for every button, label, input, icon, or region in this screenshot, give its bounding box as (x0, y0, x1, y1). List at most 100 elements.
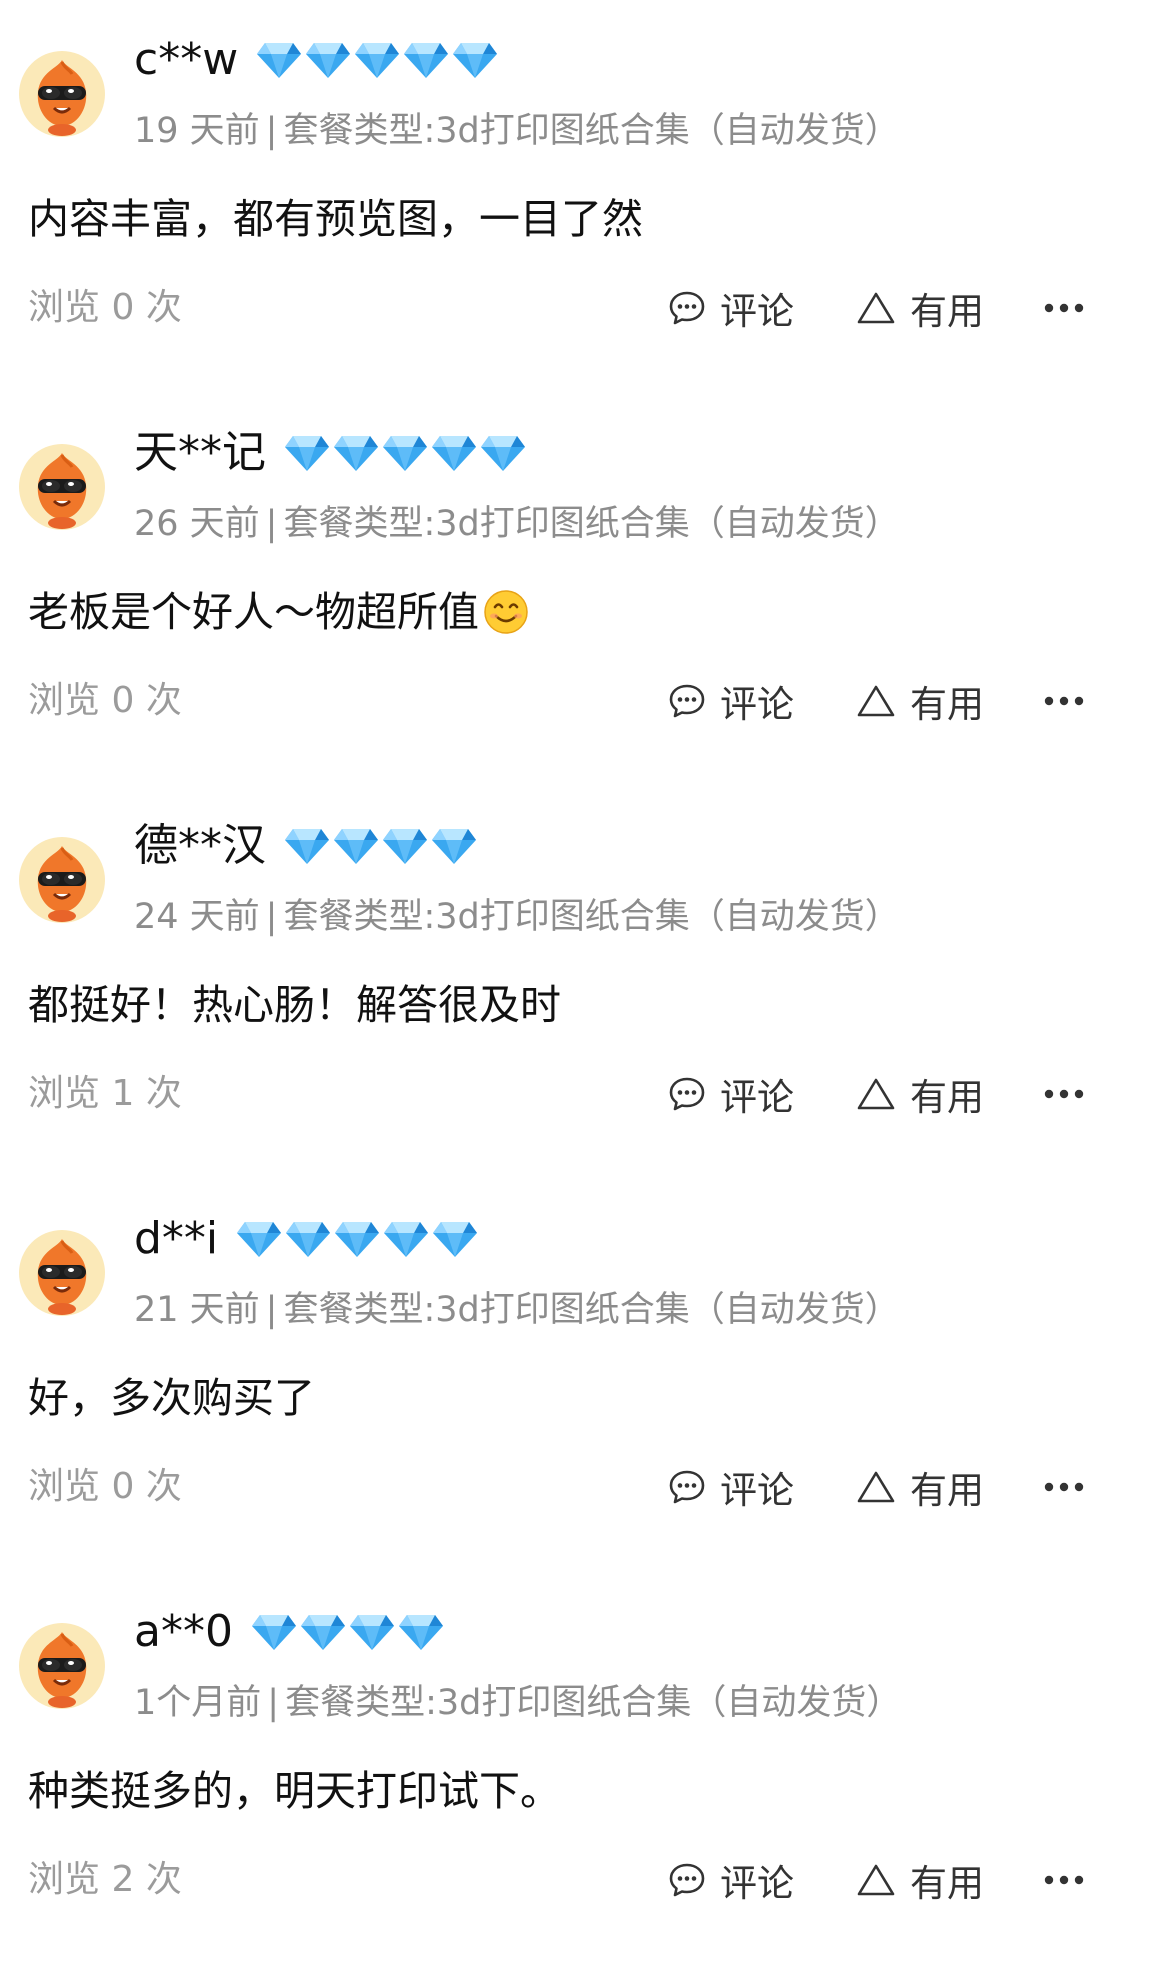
avatar[interactable] (18, 836, 106, 924)
comment-button[interactable]: 评论 (668, 673, 794, 729)
views-suffix: 次 (145, 287, 182, 328)
views-suffix: 次 (145, 1859, 182, 1900)
views-prefix: 浏览 (28, 287, 101, 328)
ellipsis-icon (1044, 1482, 1084, 1492)
username[interactable]: 天**记 (134, 423, 266, 483)
review-footer: 浏览 2 次 评论 有用 (0, 1852, 1149, 1908)
diamond-icon (285, 829, 329, 864)
useful-button[interactable]: 有用 (856, 673, 984, 729)
review-content: 好，多次购买了 (28, 1369, 315, 1427)
meta-separator: | (265, 897, 278, 937)
avatar[interactable] (18, 1622, 106, 1710)
comment-button[interactable]: 评论 (668, 1066, 794, 1122)
chat-bubble-icon (669, 291, 705, 325)
user-line: d**i (134, 1209, 481, 1269)
diamond-icon (306, 43, 351, 78)
review-item: d**i 21 天前 | 套餐类型:3d打印图纸合集（自动发货） 好，多次购买了 浏… (0, 1179, 1149, 1572)
useful-label: 有用 (910, 1862, 984, 1905)
user-level-diamonds (284, 826, 480, 866)
username[interactable]: 德**汉 (134, 816, 266, 876)
useful-button[interactable]: 有用 (856, 280, 984, 336)
diamond-icon (251, 1615, 296, 1650)
ellipsis-icon (1044, 1875, 1084, 1885)
diamond-icon (286, 1222, 331, 1257)
diamond-icon (481, 436, 525, 471)
username[interactable]: d**i (134, 1209, 218, 1269)
useful-button[interactable]: 有用 (856, 1852, 984, 1908)
review-meta: 24 天前 | 套餐类型:3d打印图纸合集（自动发货） (134, 892, 900, 942)
mascot-avatar-icon (19, 837, 105, 923)
avatar[interactable] (18, 443, 106, 531)
avatar[interactable] (18, 50, 106, 138)
view-count: 浏览 0 次 (28, 280, 182, 336)
package-type: 套餐类型:3d打印图纸合集（自动发货） (283, 1290, 900, 1330)
ellipsis-icon (1044, 303, 1084, 313)
username[interactable]: a**0 (134, 1602, 233, 1662)
chat-bubble-icon (669, 684, 705, 718)
chat-bubble-icon (669, 1863, 705, 1897)
more-options-button[interactable] (1043, 1066, 1099, 1122)
avatar[interactable] (18, 1229, 106, 1317)
comment-label: 评论 (720, 290, 794, 333)
review-item: 天**记 26 天前 | 套餐类型:3d打印图纸合集（自动发货） 老板是个好人～物超… (0, 393, 1149, 786)
views-number: 0 (111, 680, 135, 721)
review-text: 内容丰富，都有预览图，一目了然 (28, 195, 643, 243)
useful-label: 有用 (910, 1469, 984, 1512)
review-text: 都挺好！热心肠！解答很及时 (28, 981, 561, 1029)
comment-label: 评论 (720, 1862, 794, 1905)
user-line: a**0 (134, 1602, 447, 1662)
smiling-face-emoji-icon (484, 590, 528, 634)
user-line: 天**记 (134, 423, 529, 483)
review-time: 24 天前 (134, 897, 260, 937)
review-footer: 浏览 0 次 评论 有用 (0, 1459, 1149, 1515)
more-options-button[interactable] (1043, 1852, 1099, 1908)
comment-button[interactable]: 评论 (668, 280, 794, 336)
mascot-avatar-icon (19, 444, 105, 530)
meta-separator: | (265, 111, 278, 151)
useful-label: 有用 (910, 683, 984, 726)
comment-label: 评论 (720, 683, 794, 726)
diamond-icon (433, 1222, 478, 1257)
review-item: a**0 1个月前 | 套餐类型:3d打印图纸合集（自动发货） 种类挺多的，明天打印… (0, 1572, 1149, 1965)
review-item: 德**汉 24 天前 | 套餐类型:3d打印图纸合集（自动发货） 都挺好！热心肠！解… (0, 786, 1149, 1179)
views-prefix: 浏览 (28, 680, 101, 721)
user-line: 德**汉 (134, 816, 480, 876)
review-time: 19 天前 (134, 111, 260, 151)
diamond-icon (355, 43, 400, 78)
comment-label: 评论 (720, 1469, 794, 1512)
triangle-icon (857, 1864, 895, 1896)
chat-bubble-icon (669, 1470, 705, 1504)
review-content: 种类挺多的，明天打印试下。 (28, 1762, 561, 1820)
comment-button[interactable]: 评论 (668, 1852, 794, 1908)
diamond-icon (257, 43, 302, 78)
review-item: c**w 19 天前 | 套餐类型:3d打印图纸合集（自动发货） 内容丰富，都有预览… (0, 0, 1149, 393)
diamond-icon (335, 1222, 380, 1257)
review-meta: 26 天前 | 套餐类型:3d打印图纸合集（自动发货） (134, 499, 900, 549)
view-count: 浏览 2 次 (28, 1852, 182, 1908)
useful-button[interactable]: 有用 (856, 1459, 984, 1515)
views-number: 2 (111, 1859, 135, 1900)
views-prefix: 浏览 (28, 1859, 101, 1900)
diamond-icon (237, 1222, 282, 1257)
package-type: 套餐类型:3d打印图纸合集（自动发货） (283, 897, 900, 937)
useful-button[interactable]: 有用 (856, 1066, 984, 1122)
diamond-icon (334, 436, 378, 471)
review-text: 老板是个好人～物超所值 (28, 588, 479, 636)
user-level-diamonds (284, 433, 529, 473)
mascot-avatar-icon (19, 51, 105, 137)
triangle-icon (857, 685, 895, 717)
username[interactable]: c**w (134, 30, 238, 90)
user-level-diamonds (256, 40, 501, 80)
review-meta: 1个月前 | 套餐类型:3d打印图纸合集（自动发货） (134, 1678, 901, 1728)
views-number: 0 (111, 287, 135, 328)
comment-button[interactable]: 评论 (668, 1459, 794, 1515)
review-footer: 浏览 0 次 评论 有用 (0, 280, 1149, 336)
package-type: 套餐类型:3d打印图纸合集（自动发货） (283, 111, 900, 151)
more-options-button[interactable] (1043, 280, 1099, 336)
ellipsis-icon (1044, 696, 1084, 706)
views-suffix: 次 (145, 1073, 182, 1114)
diamond-icon (432, 829, 476, 864)
more-options-button[interactable] (1043, 673, 1099, 729)
user-level-diamonds (251, 1612, 447, 1652)
more-options-button[interactable] (1043, 1459, 1099, 1515)
